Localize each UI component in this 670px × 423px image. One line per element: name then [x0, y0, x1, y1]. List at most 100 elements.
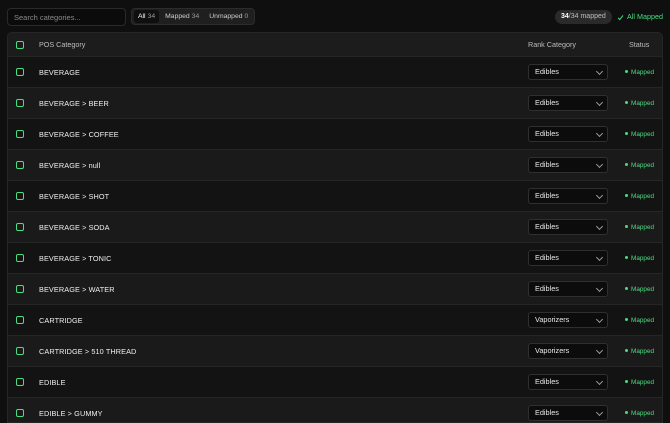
row-checkbox[interactable]: [16, 285, 24, 293]
status-label: Mapped: [631, 100, 655, 107]
pos-category-name: EDIBLE > GUMMY: [39, 409, 103, 418]
rank-category-value: Edibles: [535, 222, 559, 231]
chevron-down-icon: [595, 408, 604, 417]
pos-category-name: BEVERAGE > SHOT: [39, 192, 110, 201]
header-status: Status: [629, 40, 650, 49]
rank-category-select[interactable]: Edibles: [528, 126, 608, 142]
filter-all[interactable]: All 34: [134, 10, 160, 23]
rank-category-value: Edibles: [535, 98, 559, 107]
rank-category-value: Edibles: [535, 253, 559, 262]
filter-mapped[interactable]: Mapped 34: [161, 10, 203, 23]
mapped-count-total: /34 mapped: [568, 13, 606, 20]
status-label: Mapped: [631, 286, 655, 293]
status-badge: Mapped: [625, 398, 654, 422]
rank-category-value: Edibles: [535, 408, 559, 417]
status-badge: Mapped: [625, 212, 654, 243]
rank-category-value: Edibles: [535, 67, 559, 76]
table-row: BEVERAGE > TONIC Edibles Mapped: [8, 243, 662, 274]
filter-all-count: 34: [147, 13, 156, 20]
pos-category-name: BEVERAGE > null: [39, 161, 101, 170]
status-label: Mapped: [631, 162, 655, 169]
table-row: BEVERAGE > SHOT Edibles Mapped: [8, 181, 662, 212]
row-checkbox[interactable]: [16, 409, 24, 417]
table-row: BEVERAGE > SODA Edibles Mapped: [8, 212, 662, 243]
rank-category-value: Edibles: [535, 377, 559, 386]
rank-category-select[interactable]: Edibles: [528, 374, 608, 390]
filter-mapped-count: 34: [191, 13, 200, 20]
toolbar: All34 Mapped34 Unmapped0 34/34 mapped Al…: [0, 0, 670, 32]
table-header: POS Category Rank Category Status: [8, 33, 662, 57]
row-checkbox[interactable]: [16, 68, 24, 76]
status-label: Mapped: [631, 193, 655, 200]
pos-category-name: BEVERAGE > WATER: [39, 285, 115, 294]
rank-category-select[interactable]: Vaporizers: [528, 343, 608, 359]
table-row: CARTRIDGE Vaporizers Mapped: [8, 305, 662, 336]
status-dot-icon: [625, 193, 628, 197]
all-mapped-label: All Mapped: [627, 12, 663, 21]
rank-category-value: Edibles: [535, 191, 559, 200]
rank-category-select[interactable]: Edibles: [528, 219, 608, 235]
table-row: BEVERAGE > WATER Edibles Mapped: [8, 274, 662, 305]
pos-category-name: BEVERAGE > BEER: [39, 99, 109, 108]
status-dot-icon: [625, 69, 628, 73]
pos-category-name: BEVERAGE > TONIC: [39, 254, 112, 263]
row-checkbox[interactable]: [16, 378, 24, 386]
status-dot-icon: [625, 286, 628, 290]
status-dot-icon: [625, 410, 628, 414]
status-badge: Mapped: [625, 336, 654, 367]
rank-category-value: Edibles: [535, 129, 559, 138]
status-dot-icon: [625, 131, 628, 135]
table-row: CARTRIDGE > 510 THREAD Vaporizers Mapped: [8, 336, 662, 367]
filter-unmapped[interactable]: Unmapped 0: [205, 10, 252, 23]
chevron-down-icon: [595, 253, 604, 262]
status-label: Mapped: [631, 131, 655, 138]
select-all-checkbox[interactable]: [16, 41, 24, 49]
rank-category-value: Edibles: [535, 284, 559, 293]
table-row: BEVERAGE > BEER Edibles Mapped: [8, 88, 662, 119]
status-label: Mapped: [631, 255, 655, 262]
status-dot-icon: [625, 255, 628, 259]
status-dot-icon: [625, 224, 628, 228]
search-input[interactable]: [7, 8, 126, 26]
rank-category-select[interactable]: Edibles: [528, 64, 608, 80]
row-checkbox[interactable]: [16, 99, 24, 107]
status-label: Mapped: [631, 348, 655, 355]
rank-category-select[interactable]: Vaporizers: [528, 312, 608, 328]
status-badge: Mapped: [625, 181, 654, 212]
rank-category-select[interactable]: Edibles: [528, 281, 608, 297]
rank-category-select[interactable]: Edibles: [528, 405, 608, 421]
row-checkbox[interactable]: [16, 223, 24, 231]
status-badge: Mapped: [625, 305, 654, 336]
status-dot-icon: [625, 162, 628, 166]
all-mapped-indicator: All Mapped: [617, 10, 663, 24]
status-badge: Mapped: [625, 119, 654, 150]
row-checkbox[interactable]: [16, 316, 24, 324]
status-badge: Mapped: [625, 367, 654, 398]
check-icon: [617, 14, 624, 20]
chevron-down-icon: [595, 191, 604, 200]
filter-unmapped-count: 0: [244, 13, 249, 20]
table-row: EDIBLE > GUMMY Edibles Mapped: [8, 398, 662, 422]
rank-category-select[interactable]: Edibles: [528, 250, 608, 266]
status-badge: Mapped: [625, 274, 654, 305]
header-rank-category: Rank Category: [528, 40, 576, 49]
filter-all-label: All: [138, 13, 146, 20]
filter-unmapped-label: Unmapped: [209, 13, 243, 20]
chevron-down-icon: [595, 377, 604, 386]
table-row: BEVERAGE > null Edibles Mapped: [8, 150, 662, 181]
rank-category-select[interactable]: Edibles: [528, 188, 608, 204]
row-checkbox[interactable]: [16, 161, 24, 169]
chevron-down-icon: [595, 67, 604, 76]
status-label: Mapped: [631, 379, 655, 386]
row-checkbox[interactable]: [16, 192, 24, 200]
pos-category-name: BEVERAGE > COFFEE: [39, 130, 119, 139]
chevron-down-icon: [595, 284, 604, 293]
row-checkbox[interactable]: [16, 254, 24, 262]
row-checkbox[interactable]: [16, 130, 24, 138]
rank-category-select[interactable]: Edibles: [528, 95, 608, 111]
row-checkbox[interactable]: [16, 347, 24, 355]
chevron-down-icon: [595, 129, 604, 138]
rank-category-select[interactable]: Edibles: [528, 157, 608, 173]
pos-category-name: CARTRIDGE > 510 THREAD: [39, 347, 137, 356]
status-label: Mapped: [631, 317, 655, 324]
